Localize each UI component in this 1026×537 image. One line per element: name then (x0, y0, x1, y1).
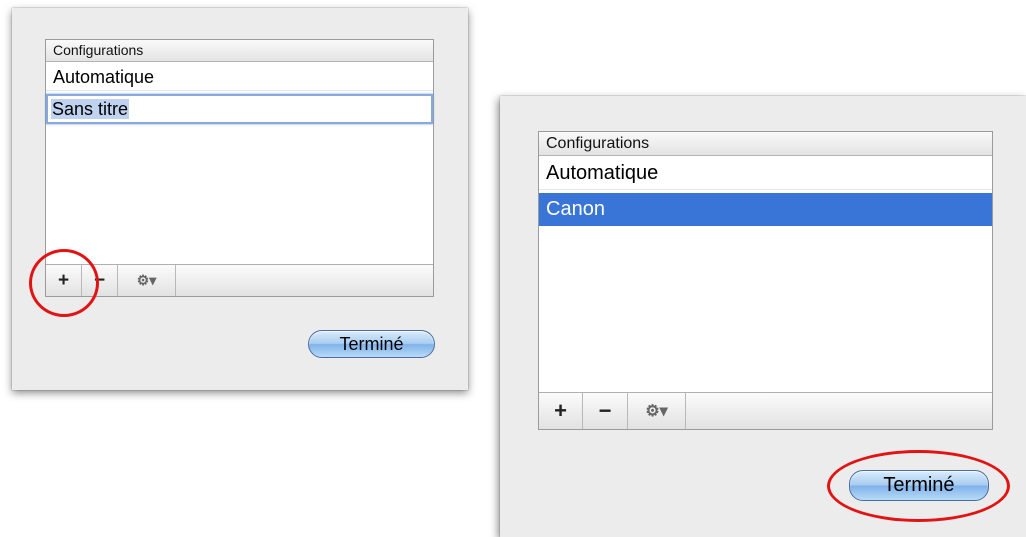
configurations-dialog-right: Configurations Automatique Canon + − ⚙▾ … (500, 96, 1026, 537)
action-menu-button[interactable]: ⚙▾ (628, 393, 686, 429)
list-header: Configurations (46, 40, 433, 62)
list-item-canon-selected[interactable]: Canon (539, 193, 992, 226)
done-button[interactable]: Terminé (849, 470, 989, 501)
list-item-rename-field[interactable]: Sans titre (46, 94, 433, 124)
configurations-list: Configurations Automatique Sans titre + … (45, 39, 434, 297)
gear-icon: ⚙▾ (645, 403, 668, 420)
list-toolbar: + − ⚙▾ (539, 392, 992, 429)
list-header: Configurations (539, 132, 992, 156)
list-toolbar: + − ⚙▾ (46, 264, 433, 296)
remove-button[interactable]: − (82, 265, 118, 296)
done-button[interactable]: Terminé (308, 330, 435, 358)
gear-icon: ⚙▾ (136, 272, 157, 288)
action-menu-button[interactable]: ⚙▾ (118, 265, 176, 296)
rename-input-text[interactable]: Sans titre (51, 99, 130, 119)
add-button[interactable]: + (46, 265, 82, 296)
configurations-list: Configurations Automatique Canon + − ⚙▾ (538, 131, 993, 430)
list-item-automatique[interactable]: Automatique (539, 157, 992, 190)
add-button[interactable]: + (539, 393, 583, 429)
list-item-automatique[interactable]: Automatique (46, 63, 433, 91)
configurations-dialog-left: Configurations Automatique Sans titre + … (12, 8, 468, 390)
remove-button[interactable]: − (583, 393, 628, 429)
